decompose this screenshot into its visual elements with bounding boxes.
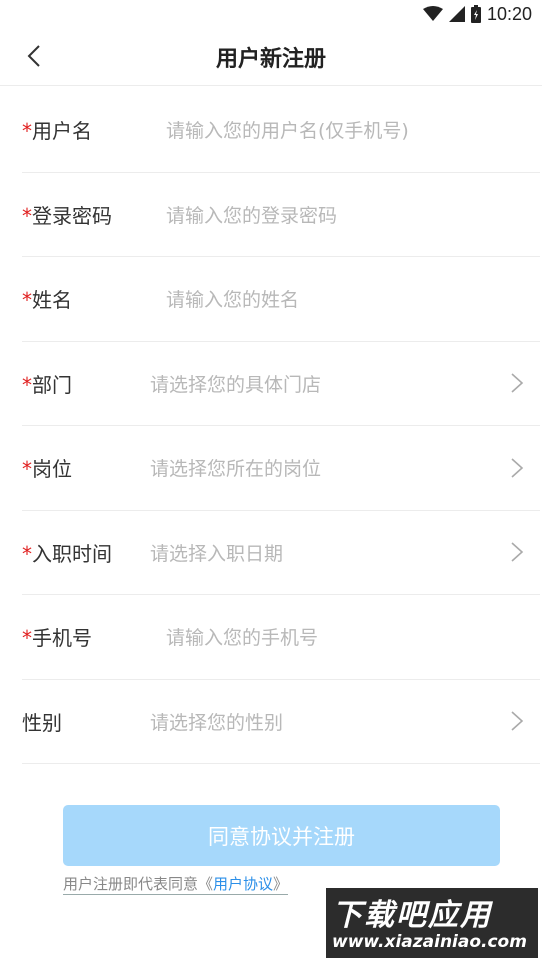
hire-date-select[interactable]: 请选择入职日期: [150, 539, 283, 566]
form-row-hire-date[interactable]: *入职时间 请选择入职日期: [22, 511, 540, 595]
field-label: 性别: [22, 710, 62, 735]
field-label: *入职时间: [22, 541, 112, 566]
form-row-name[interactable]: *姓名 请输入您的姓名: [22, 257, 540, 342]
nav-bar: 用户新注册: [0, 28, 542, 86]
field-label: *部门: [22, 372, 72, 397]
form-row-gender[interactable]: 性别 请选择您的性别: [22, 680, 540, 764]
status-bar: 10:20: [0, 0, 542, 28]
agreement-text: 用户注册即代表同意《用户协议》: [63, 875, 289, 895]
username-input[interactable]: 请输入您的用户名(仅手机号): [166, 116, 409, 143]
name-input[interactable]: 请输入您的姓名: [166, 285, 299, 312]
field-label: *用户名: [22, 119, 92, 144]
required-mark: *: [22, 288, 32, 313]
required-mark: *: [22, 457, 32, 482]
clock: 10:20: [486, 3, 532, 24]
form-row-position[interactable]: *岗位 请选择您所在的岗位: [22, 426, 540, 511]
back-button[interactable]: [18, 40, 50, 72]
required-mark: *: [22, 372, 32, 397]
watermark-url: www.xiazainiao.com: [332, 932, 527, 952]
field-label: *姓名: [22, 288, 72, 313]
registration-form: *用户名 请输入您的用户名(仅手机号) *登录密码 请输入您的登录密码 *姓名 …: [0, 88, 542, 764]
chevron-left-icon: [27, 45, 40, 67]
watermark-logo: 下载吧应用 www.xiazainiao.com: [326, 888, 538, 958]
required-mark: *: [22, 119, 32, 144]
chevron-right-icon: [511, 458, 524, 478]
chevron-right-icon: [511, 373, 524, 393]
department-select[interactable]: 请选择您的具体门店: [150, 370, 321, 397]
user-agreement-link[interactable]: 用户协议: [213, 875, 273, 893]
gender-select[interactable]: 请选择您的性别: [150, 708, 283, 735]
wifi-icon: [422, 6, 443, 22]
position-select[interactable]: 请选择您所在的岗位: [150, 454, 321, 481]
form-row-username[interactable]: *用户名 请输入您的用户名(仅手机号): [22, 88, 540, 173]
field-label: *手机号: [22, 626, 92, 651]
form-row-password[interactable]: *登录密码 请输入您的登录密码: [22, 173, 540, 257]
agree-register-button[interactable]: 同意协议并注册: [63, 805, 500, 866]
watermark-title: 下载吧应用: [332, 898, 492, 933]
form-row-phone[interactable]: *手机号 请输入您的手机号: [22, 595, 540, 680]
signal-icon: [448, 6, 465, 22]
battery-icon: [470, 5, 481, 23]
password-input[interactable]: 请输入您的登录密码: [166, 201, 337, 228]
field-label: *岗位: [22, 457, 72, 482]
chevron-right-icon: [511, 542, 524, 562]
required-mark: *: [22, 203, 32, 228]
required-mark: *: [22, 541, 32, 566]
form-row-department[interactable]: *部门 请选择您的具体门店: [22, 342, 540, 426]
page-title: 用户新注册: [215, 46, 326, 72]
field-label: *登录密码: [22, 203, 112, 228]
phone-input[interactable]: 请输入您的手机号: [166, 623, 318, 650]
required-mark: *: [22, 626, 32, 651]
chevron-right-icon: [511, 711, 524, 731]
